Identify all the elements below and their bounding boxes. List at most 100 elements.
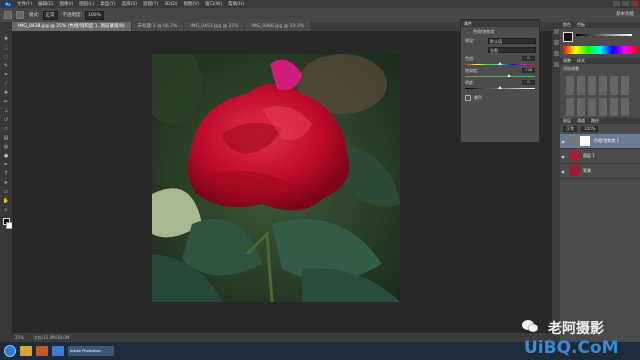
tab-channels[interactable]: 通道 <box>577 118 585 124</box>
tab-styles[interactable]: 样式 <box>577 58 585 64</box>
layer-row[interactable]: ◉ 色相/饱和度 1 <box>560 134 640 149</box>
layer-mask-thumb[interactable] <box>580 136 590 146</box>
media-icon[interactable] <box>36 346 48 356</box>
gradient-icon[interactable]: ▤ <box>3 134 10 141</box>
pen-tool-icon[interactable]: ✒ <box>3 161 10 168</box>
levels-icon[interactable] <box>577 76 585 95</box>
crop-tool-icon[interactable]: ⌗ <box>3 71 10 78</box>
healing-brush-icon[interactable]: ✚ <box>3 89 10 96</box>
history-icon[interactable] <box>553 29 559 34</box>
brightness-icon[interactable] <box>566 76 574 95</box>
mode-select[interactable]: 正常 <box>42 10 58 20</box>
color-slider[interactable] <box>576 34 632 36</box>
quick-select-icon[interactable]: ✎ <box>3 62 10 69</box>
channel-mixer-icon[interactable] <box>599 97 607 116</box>
eye-icon[interactable]: ◉ <box>560 169 566 174</box>
brush-tool-icon[interactable]: ✏ <box>3 98 10 105</box>
preset-select[interactable]: 默认值 <box>488 37 536 44</box>
layer-row[interactable]: ◉ 图层 1 <box>560 149 640 164</box>
opacity-field[interactable]: 100% <box>85 10 104 20</box>
zoom-level[interactable]: 25% <box>15 335 24 340</box>
menu-view[interactable]: 视图(V) <box>184 1 200 7</box>
lightness-slider-knob[interactable] <box>498 86 502 89</box>
tab-document-2[interactable]: 未标题-1 @ 66.7% <box>131 22 184 31</box>
layer-name[interactable]: 背景 <box>583 168 591 174</box>
close-button[interactable] <box>631 1 638 6</box>
menu-type[interactable]: 类型(Y) <box>100 1 115 7</box>
layer-opacity-field[interactable]: 100% <box>581 126 599 132</box>
layer-name[interactable]: 图层 1 <box>583 153 595 159</box>
info-icon[interactable] <box>553 51 559 56</box>
lightness-slider[interactable] <box>465 86 535 90</box>
shape-tool-icon[interactable]: ▭ <box>3 188 10 195</box>
minimize-button[interactable] <box>613 1 620 6</box>
invert-icon[interactable] <box>621 97 629 116</box>
tab-paths[interactable]: 路径 <box>591 118 599 124</box>
eyedropper-icon[interactable]: ⁄ <box>3 80 10 87</box>
color-swatches[interactable] <box>2 218 13 229</box>
blend-mode-select[interactable]: 正常 <box>563 126 577 132</box>
saturation-value[interactable]: +26 <box>522 68 535 73</box>
adjustments-title: 添加调整 <box>563 66 579 71</box>
adjustment-layer-thumb <box>569 136 579 146</box>
lightness-value[interactable]: 0 <box>522 80 535 85</box>
eye-icon[interactable]: ◉ <box>560 154 566 159</box>
menu-3d[interactable]: 3D(D) <box>164 2 177 7</box>
menu-help[interactable]: 帮助(H) <box>228 1 244 7</box>
menu-layer[interactable]: 图层(L) <box>79 1 94 7</box>
tab-layers[interactable]: 图层 <box>563 118 571 124</box>
photoshop-taskbar-button[interactable]: Adobe Photoshop <box>68 346 114 356</box>
clone-stamp-icon[interactable]: ⊥ <box>3 107 10 114</box>
marquee-tool-icon[interactable]: ⬚ <box>3 44 10 51</box>
menu-window[interactable]: 窗口(W) <box>205 1 222 7</box>
lasso-tool-icon[interactable]: ◌ <box>3 53 10 60</box>
tab-document-1[interactable]: IMG_0438.jpg @ 25% (色相/饱和度 1, 图层蒙版/8) <box>12 22 131 31</box>
menu-select[interactable]: 选择(S) <box>122 1 137 7</box>
explorer-icon[interactable] <box>20 346 32 356</box>
properties-icon[interactable] <box>553 40 559 45</box>
lookup-icon[interactable] <box>610 97 618 116</box>
eye-icon[interactable]: ◉ <box>560 139 566 144</box>
menu-file[interactable]: 文件(F) <box>17 1 32 7</box>
colorize-label: 着色 <box>474 94 482 100</box>
photo-filter-icon[interactable] <box>588 97 596 116</box>
curves-icon[interactable] <box>588 76 596 95</box>
menu-image[interactable]: 图像(I) <box>59 1 73 7</box>
workspace-switcher[interactable]: 基本功能 <box>616 11 634 17</box>
eraser-icon[interactable]: ▱ <box>3 125 10 132</box>
tool-preset-icon[interactable] <box>4 11 12 19</box>
path-select-icon[interactable]: ➤ <box>3 179 10 186</box>
tab-adjustments[interactable]: 调整 <box>563 58 571 64</box>
hue-sat-icon[interactable] <box>621 76 629 95</box>
color-picker[interactable] <box>560 28 640 58</box>
zoom-tool-icon[interactable]: ⌕ <box>3 206 10 213</box>
blur-icon[interactable]: ◍ <box>3 143 10 150</box>
type-tool-icon[interactable]: T <box>3 170 10 177</box>
channel-select[interactable]: 全图 <box>488 46 536 53</box>
dodge-icon[interactable]: ● <box>3 152 10 159</box>
tab-document-3[interactable]: IMG_0451.jpg @ 25% <box>184 22 245 31</box>
rose-photo[interactable] <box>152 54 400 302</box>
colorize-checkbox[interactable] <box>465 94 471 101</box>
menu-edit[interactable]: 编辑(E) <box>38 1 53 7</box>
vibrance-icon[interactable] <box>610 76 618 95</box>
saturation-slider-knob[interactable] <box>507 74 512 77</box>
history-brush-icon[interactable]: ↺ <box>3 116 10 123</box>
color-spectrum[interactable] <box>563 46 637 54</box>
brush-size-icon[interactable] <box>16 11 24 19</box>
layer-row[interactable]: ◉ 背景 <box>560 164 640 179</box>
hand-tool-icon[interactable]: ✋ <box>3 197 10 204</box>
hue-slider-knob[interactable] <box>498 62 502 65</box>
exposure-icon[interactable] <box>599 76 607 95</box>
color-balance-icon[interactable] <box>566 97 574 116</box>
move-tool-icon[interactable]: ✥ <box>3 35 10 42</box>
bw-icon[interactable] <box>577 97 585 116</box>
tab-document-4[interactable]: IMG_0466.jpg @ 33.3% <box>245 22 310 31</box>
layer-name[interactable]: 色相/饱和度 1 <box>594 138 619 144</box>
hue-value[interactable]: 0 <box>522 56 535 61</box>
start-button[interactable] <box>4 345 16 357</box>
character-icon[interactable] <box>553 62 559 67</box>
browser-icon[interactable] <box>52 346 64 356</box>
maximize-button[interactable] <box>622 1 629 6</box>
menu-filter[interactable]: 滤镜(T) <box>143 1 158 7</box>
